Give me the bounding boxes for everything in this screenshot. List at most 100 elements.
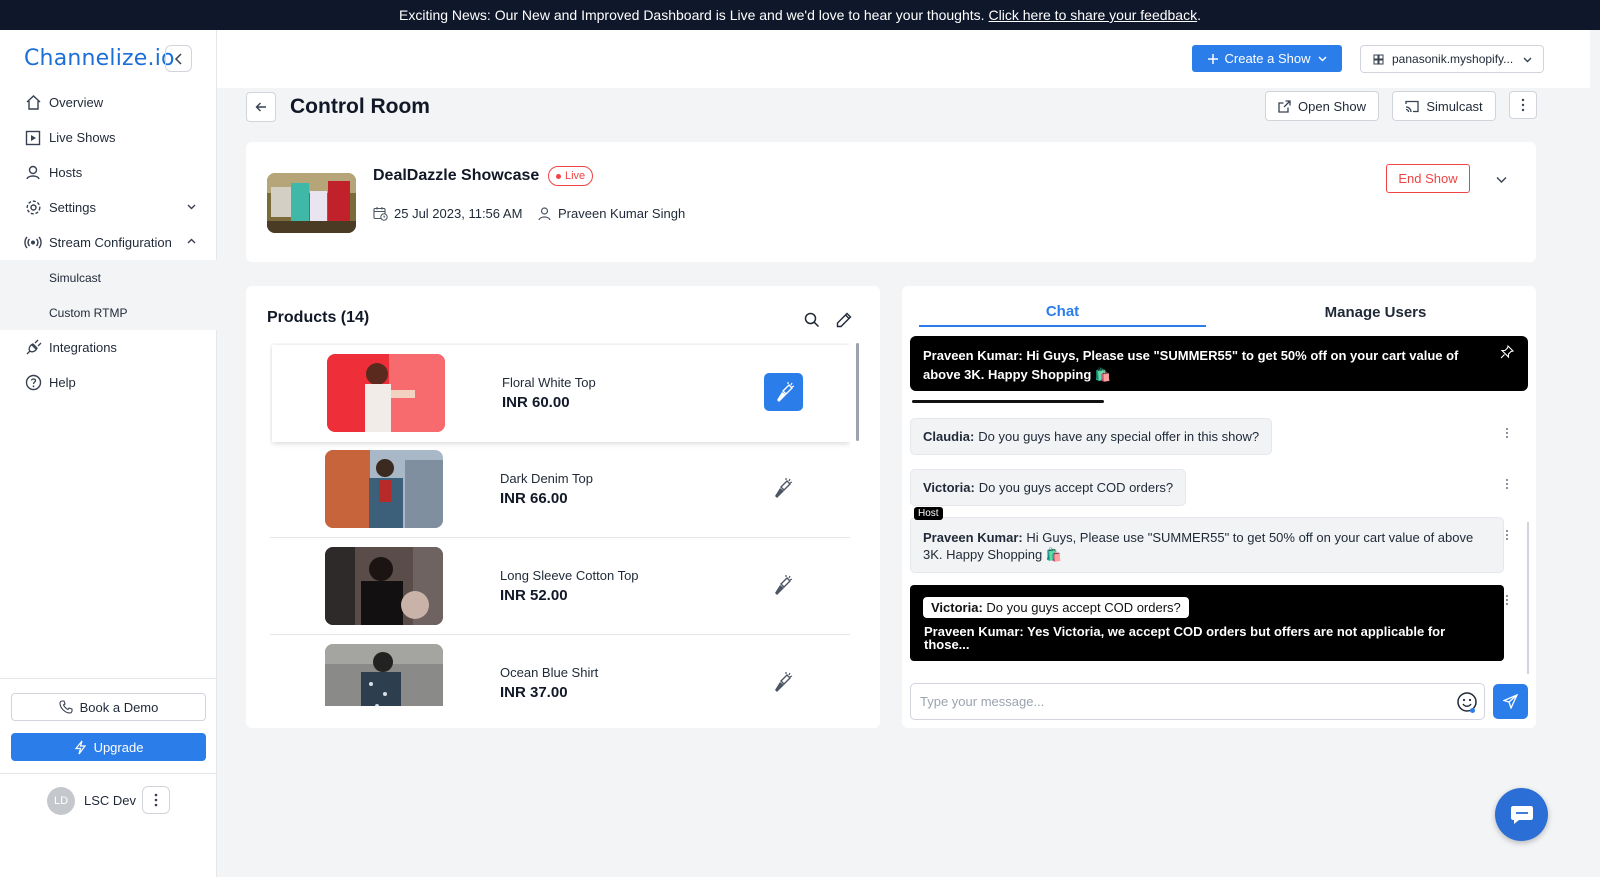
sidebar-item-hosts[interactable]: Hosts [0, 155, 217, 190]
list-item[interactable]: Long Sleeve Cotton Top INR 52.00 [270, 538, 850, 635]
products-title: Products (14) [267, 309, 370, 326]
tab-chat[interactable]: Chat [919, 297, 1206, 327]
spotlight-button[interactable] [762, 469, 801, 507]
product-price: INR 37.00 [500, 684, 568, 701]
host-message[interactable]: Praveen Kumar: Hi Guys, Please use "SUMM… [910, 517, 1504, 573]
pinned-indicator [912, 400, 1104, 403]
live-dot-icon [556, 173, 561, 179]
simulcast-label: Simulcast [1426, 98, 1483, 114]
more-vertical-icon[interactable] [1505, 594, 1509, 606]
quoted-author: Victoria: [931, 600, 983, 615]
home-icon [24, 94, 42, 112]
open-show-button[interactable]: Open Show [1265, 91, 1379, 121]
product-name: Dark Denim Top [500, 471, 593, 486]
upgrade-button[interactable]: Upgrade [11, 733, 206, 761]
sidebar-item-live-shows[interactable]: Live Shows [0, 120, 217, 155]
sidebar-divider [0, 678, 217, 679]
product-price: INR 52.00 [500, 587, 568, 604]
book-demo-button[interactable]: Book a Demo [11, 693, 206, 721]
chat-message[interactable]: Claudia: Do you guys have any special of… [910, 418, 1273, 455]
chat-bubble-icon [1510, 805, 1533, 824]
list-item[interactable]: Dark Denim Top INR 66.00 [270, 441, 850, 538]
more-vertical-icon [1521, 98, 1525, 112]
more-vertical-icon[interactable] [1505, 478, 1509, 490]
calendar-clock-icon [373, 207, 388, 221]
product-list-scrollbar[interactable] [856, 343, 859, 441]
show-host: Praveen Kumar Singh [537, 206, 685, 221]
message-input-box [910, 683, 1485, 720]
more-vertical-icon [154, 793, 158, 807]
message-text: Do you guys accept COD orders? [978, 480, 1174, 495]
product-price: INR 66.00 [500, 490, 568, 507]
flashlight-icon [774, 575, 792, 595]
sidebar-item-label: Integrations [49, 340, 117, 355]
pin-icon[interactable] [1500, 345, 1514, 359]
end-show-button[interactable]: End Show [1386, 164, 1470, 193]
back-button[interactable] [246, 92, 276, 122]
sidebar-item-label: Stream Configuration [49, 235, 172, 250]
spotlight-button[interactable] [764, 373, 803, 411]
status-badge: Live [548, 166, 594, 186]
message-input[interactable] [911, 684, 1431, 719]
sidebar-item-overview[interactable]: Overview [0, 85, 217, 120]
emoji-button[interactable] [1456, 691, 1478, 716]
collapse-sidebar-button[interactable] [165, 45, 192, 72]
gear-icon [24, 199, 42, 217]
message-author: Victoria: [923, 480, 975, 495]
show-title: DealDazzle Showcase [373, 167, 540, 184]
top-header: Create a Show panasonik.myshopify... [217, 30, 1600, 88]
send-button[interactable] [1493, 684, 1528, 719]
book-demo-label: Book a Demo [79, 699, 159, 715]
spotlight-button[interactable] [762, 663, 801, 701]
page-more-button[interactable] [1509, 91, 1537, 119]
host-badge: Host [914, 507, 943, 520]
user-menu-button[interactable] [142, 786, 170, 814]
page-scrollbar[interactable] [1590, 30, 1600, 877]
pencil-icon[interactable] [836, 312, 852, 328]
create-show-button[interactable]: Create a Show [1192, 45, 1342, 72]
notification-dot [1470, 708, 1475, 713]
sidebar-item-settings[interactable]: Settings [0, 190, 217, 225]
cast-icon [1405, 100, 1419, 112]
message-author: Claudia: [923, 429, 975, 444]
tab-manage-users[interactable]: Manage Users [1220, 297, 1531, 327]
chevron-up-icon [187, 238, 196, 244]
flashlight-icon [774, 672, 792, 692]
pinned-author: Praveen Kumar: [923, 348, 1023, 363]
store-icon [1373, 54, 1384, 64]
spotlight-button[interactable] [762, 566, 801, 604]
chevron-down-icon [187, 204, 196, 210]
send-icon [1503, 694, 1518, 709]
sidebar-item-stream-configuration[interactable]: Stream Configuration [0, 225, 217, 260]
broadcast-icon [24, 234, 42, 252]
plus-icon [1207, 53, 1218, 64]
list-item[interactable]: Ocean Blue Shirt INR 37.00 [270, 635, 850, 706]
product-price: INR 60.00 [502, 394, 570, 411]
support-chat-button[interactable] [1495, 788, 1548, 841]
logo[interactable]: Channelize.io [24, 46, 175, 71]
feedback-link[interactable]: Click here to share your feedback [989, 7, 1198, 23]
chat-message[interactable]: Victoria: Do you guys accept COD orders? [910, 469, 1187, 506]
sidebar-subitem-custom-rtmp[interactable]: Custom RTMP [0, 295, 217, 330]
reply-body: Praveen Kumar: Yes Victoria, we accept C… [924, 625, 1484, 651]
chevron-down-icon[interactable] [1495, 173, 1508, 186]
sidebar-user-divider [0, 773, 217, 774]
avatar[interactable]: LD [47, 787, 75, 815]
chevron-left-icon [174, 52, 182, 65]
store-selector[interactable]: panasonik.myshopify... [1360, 45, 1544, 73]
page-title: Control Room [290, 95, 430, 118]
simulcast-button[interactable]: Simulcast [1392, 91, 1496, 121]
more-vertical-icon[interactable] [1505, 427, 1509, 439]
list-item[interactable]: Floral White Top INR 60.00 [272, 345, 850, 442]
more-vertical-icon[interactable] [1505, 529, 1509, 541]
product-image [325, 450, 443, 528]
open-show-label: Open Show [1298, 98, 1366, 114]
chat-scrollbar[interactable] [1527, 522, 1529, 674]
show-datetime: 25 Jul 2023, 11:56 AM [373, 206, 522, 221]
reply-message[interactable]: Victoria: Do you guys accept COD orders?… [910, 585, 1504, 661]
search-icon[interactable] [804, 312, 820, 328]
help-icon [24, 374, 42, 392]
sidebar-item-integrations[interactable]: Integrations [0, 330, 217, 365]
sidebar-subitem-simulcast[interactable]: Simulcast [0, 260, 217, 295]
sidebar-item-help[interactable]: Help [0, 365, 217, 400]
